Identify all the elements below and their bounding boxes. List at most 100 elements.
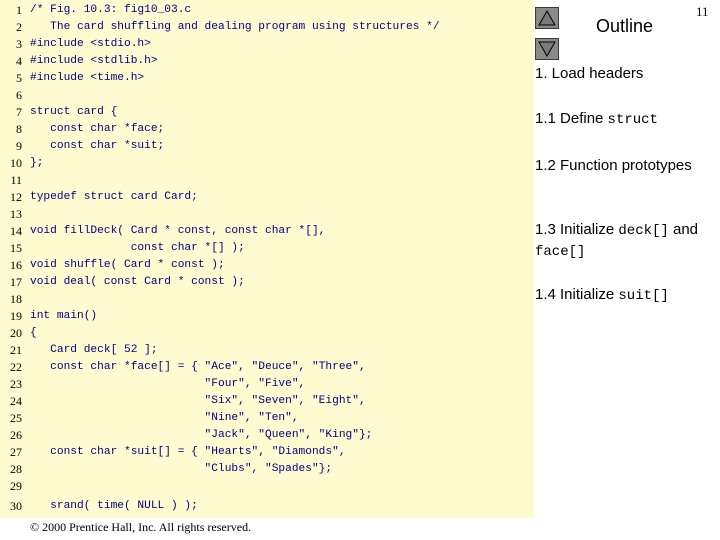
- line-number: 10: [10, 156, 22, 170]
- line-number: 17: [10, 275, 22, 289]
- code-text: "Nine", "Ten",: [30, 412, 299, 424]
- code-text: /* Fig. 10.3: fig10_03.c: [30, 4, 192, 16]
- line-number: 4: [16, 54, 22, 68]
- code-text: const char *[] );: [30, 242, 245, 254]
- code-text: srand( time( NULL ) );: [30, 500, 198, 512]
- outline-item-code: suit[]: [618, 288, 669, 304]
- line-number: 15: [10, 241, 22, 255]
- line-number: 29: [10, 479, 22, 493]
- outline-item-text: 1.3 Initialize: [535, 221, 619, 238]
- outline-item-text: 1.4 Initialize: [535, 286, 619, 303]
- outline-item-text: 1. Load headers: [535, 65, 644, 82]
- line-number: 28: [10, 462, 22, 476]
- line-number: 13: [10, 207, 22, 221]
- code-line: 14 void fillDeck( Card * const, const cha…: [0, 223, 534, 240]
- triangle-up-icon: [538, 10, 556, 26]
- code-line: 12 typedef struct card Card;: [0, 189, 534, 206]
- line-number: 3: [16, 37, 22, 51]
- code-panel: 1 /* Fig. 10.3: fig10_03.c 2 The card shu…: [0, 0, 534, 518]
- code-line: 6: [0, 87, 534, 104]
- code-line: 30 srand( time( NULL ) );: [0, 498, 534, 515]
- code-line: 25 "Nine", "Ten",: [0, 410, 534, 427]
- code-text: void shuffle( Card * const );: [30, 259, 225, 271]
- line-number: 21: [10, 343, 22, 357]
- code-line: 16 void shuffle( Card * const );: [0, 257, 534, 274]
- line-number: 27: [10, 445, 22, 459]
- code-text: Card deck[ 52 ];: [30, 344, 158, 356]
- code-text: "Jack", "Queen", "King"};: [30, 429, 373, 441]
- next-slide-button[interactable]: [535, 38, 559, 60]
- outline-item-text: 1.1 Define: [535, 110, 608, 127]
- outline-item-code: struct: [607, 112, 658, 128]
- code-text: const char *suit[] = { "Hearts", "Diamon…: [30, 446, 346, 458]
- line-number: 8: [16, 122, 22, 136]
- code-line: 10};: [0, 155, 534, 172]
- code-line: 17 void deal( const Card * const );: [0, 274, 534, 291]
- code-text: {: [30, 327, 37, 339]
- copyright-notice: © 2000 Prentice Hall, Inc. All rights re…: [30, 520, 252, 534]
- code-line: 23 "Four", "Five",: [0, 376, 534, 393]
- code-line: 9 const char *suit;: [0, 138, 534, 155]
- code-text: "Six", "Seven", "Eight",: [30, 395, 366, 407]
- code-line: 8 const char *face;: [0, 121, 534, 138]
- outline-item-function-prototypes: 1.2 Function prototypes: [535, 156, 715, 176]
- line-number: 16: [10, 258, 22, 272]
- code-line: 7 struct card {: [0, 104, 534, 121]
- line-number: 26: [10, 428, 22, 442]
- code-line: 27 const char *suit[] = { "Hearts", "Dia…: [0, 444, 534, 461]
- code-line: 13: [0, 206, 534, 223]
- page-number: 11: [696, 4, 709, 19]
- outline-item-code: face[]: [535, 244, 586, 260]
- line-number: 12: [10, 190, 22, 204]
- code-line: 3 #include <stdio.h>: [0, 36, 534, 53]
- line-number: 22: [10, 360, 22, 374]
- code-text: #include <stdlib.h>: [30, 55, 158, 67]
- code-line: 11: [0, 172, 534, 189]
- code-line: 26 "Jack", "Queen", "King"};: [0, 427, 534, 444]
- code-text: const char *face[] = { "Ace", "Deuce", "…: [30, 361, 366, 373]
- line-number: 18: [10, 292, 22, 306]
- outline-item-code: deck[]: [618, 223, 669, 239]
- line-number: 2: [16, 20, 22, 34]
- line-number: 20: [10, 326, 22, 340]
- code-text: const char *face;: [30, 123, 165, 135]
- code-text: "Clubs", "Spades"};: [30, 463, 333, 475]
- outline-item-text: 1.2 Function prototypes: [535, 157, 692, 174]
- code-text: const char *suit;: [30, 140, 165, 152]
- code-line: 18: [0, 291, 534, 308]
- code-line: 28 "Clubs", "Spades"};: [0, 461, 534, 478]
- line-number: 30: [10, 499, 22, 513]
- code-line: 19 int main(): [0, 308, 534, 325]
- code-text: #include <time.h>: [30, 72, 145, 84]
- code-line: 15 const char *[] );: [0, 240, 534, 257]
- outline-item-initialize-suit: 1.4 Initialize suit[]: [535, 285, 715, 306]
- code-text: typedef struct card Card;: [30, 191, 198, 203]
- code-line: 1 /* Fig. 10.3: fig10_03.c: [0, 2, 534, 19]
- outline-item-load-headers: 1. Load headers: [535, 64, 715, 84]
- line-number: 25: [10, 411, 22, 425]
- code-line: 2 The card shuffling and dealing program…: [0, 19, 534, 36]
- line-number: 24: [10, 394, 22, 408]
- triangle-down-icon: [538, 41, 556, 57]
- code-text: struct card {: [30, 106, 118, 118]
- line-number: 14: [10, 224, 22, 238]
- line-number: 23: [10, 377, 22, 391]
- outline-item-define-struct: 1.1 Define struct: [535, 109, 715, 130]
- code-text: The card shuffling and dealing program u…: [30, 21, 440, 33]
- line-number: 19: [10, 309, 22, 323]
- line-number: 7: [16, 105, 22, 119]
- code-line: 29: [0, 478, 534, 495]
- code-line: 21 Card deck[ 52 ];: [0, 342, 534, 359]
- line-number: 5: [16, 71, 22, 85]
- code-text: #include <stdio.h>: [30, 38, 151, 50]
- outline-title: Outline: [596, 16, 654, 36]
- outline-item-text: and: [668, 221, 699, 238]
- previous-slide-button[interactable]: [535, 7, 559, 29]
- code-line: 24 "Six", "Seven", "Eight",: [0, 393, 534, 410]
- code-text: };: [30, 157, 44, 169]
- code-text: int main(): [30, 310, 98, 322]
- code-line: 22 const char *face[] = { "Ace", "Deuce"…: [0, 359, 534, 376]
- code-text: "Four", "Five",: [30, 378, 306, 390]
- line-number: 6: [16, 88, 22, 102]
- code-text: void fillDeck( Card * const, const char …: [30, 225, 326, 237]
